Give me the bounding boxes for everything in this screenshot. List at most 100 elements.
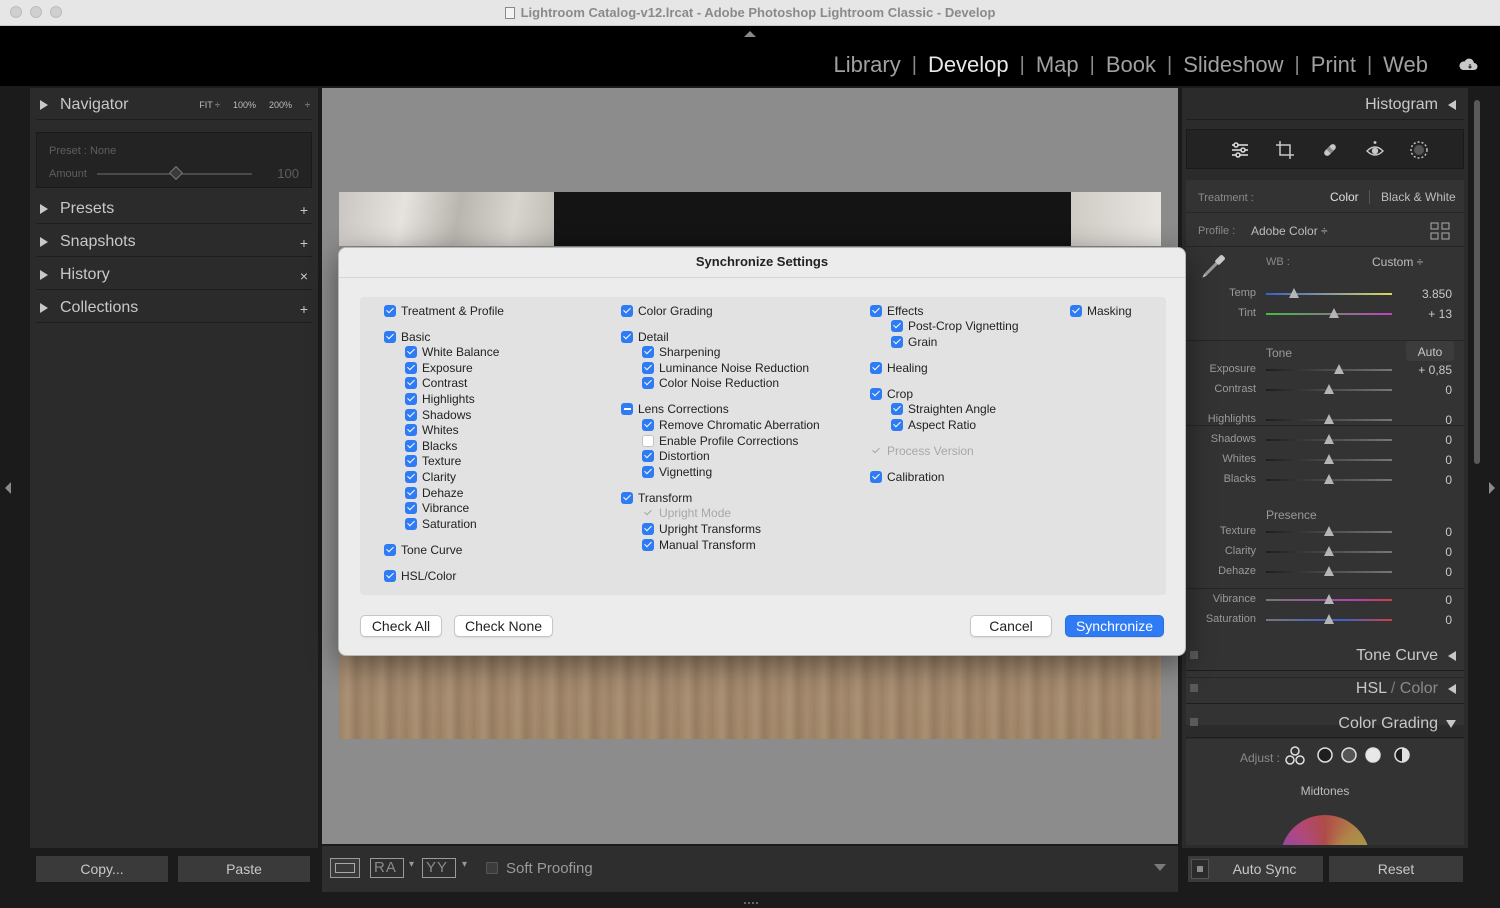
auto-sync-button[interactable]: Auto Sync: [1187, 855, 1324, 883]
checkbox-on[interactable]: [870, 470, 882, 483]
option-transform[interactable]: Transform: [621, 490, 692, 505]
slider-value[interactable]: 3.850: [1422, 287, 1452, 301]
clear-history-icon[interactable]: ×: [300, 268, 308, 284]
module-library[interactable]: Library: [831, 52, 902, 78]
option-aspect-ratio[interactable]: Aspect Ratio: [891, 417, 976, 432]
navigator-header[interactable]: Navigator FIT ÷ 100% 200% ÷: [36, 90, 312, 120]
option-white-balance[interactable]: White Balance: [405, 345, 499, 360]
checkbox-on[interactable]: [405, 408, 417, 421]
checkbox-on[interactable]: [1070, 304, 1082, 317]
before-after-view-button[interactable]: RA: [370, 858, 404, 878]
soft-proofing-checkbox[interactable]: [486, 862, 498, 874]
option-vignetting[interactable]: Vignetting: [642, 464, 712, 479]
global-wheel-icon[interactable]: [1393, 746, 1411, 764]
midtones-color-wheel[interactable]: [1280, 815, 1370, 845]
paste-button[interactable]: Paste: [177, 855, 311, 883]
checkbox-on[interactable]: [405, 502, 417, 515]
option-lens-corrections[interactable]: Lens Corrections: [621, 402, 729, 417]
treatment-bw-option[interactable]: Black & White: [1381, 190, 1456, 204]
option-healing[interactable]: Healing: [870, 360, 928, 375]
slider-knob[interactable]: [1324, 474, 1334, 484]
slider-knob[interactable]: [1324, 414, 1334, 424]
toolbar-content-dropdown-icon[interactable]: [1154, 864, 1166, 871]
slider-value[interactable]: 0: [1445, 453, 1452, 467]
option-color-grading[interactable]: Color Grading: [621, 303, 713, 318]
hsl-color-header[interactable]: HSL / Color: [1186, 674, 1464, 704]
checkbox-on[interactable]: [642, 465, 654, 478]
slider-knob[interactable]: [1324, 614, 1334, 624]
white-balance-eyedropper-icon[interactable]: [1196, 250, 1230, 284]
auto-tone-button[interactable]: Auto: [1406, 341, 1454, 361]
amount-slider-knob[interactable]: [168, 165, 184, 181]
checkbox-on[interactable]: [405, 470, 417, 483]
midtones-wheel-icon[interactable]: [1340, 746, 1358, 764]
checkbox-on[interactable]: [870, 361, 882, 374]
checkbox-on[interactable]: [891, 403, 903, 416]
checkbox-on[interactable]: [384, 304, 396, 317]
option-sharpening[interactable]: Sharpening: [642, 345, 720, 360]
crop-icon[interactable]: [1275, 140, 1295, 160]
checkbox-on[interactable]: [384, 543, 396, 556]
checkbox-off[interactable]: [642, 434, 654, 447]
panel-history[interactable]: History ×: [36, 260, 312, 290]
option-whites[interactable]: Whites: [405, 423, 459, 438]
checkbox-on[interactable]: [891, 418, 903, 431]
option-enable-profile-corrections[interactable]: Enable Profile Corrections: [642, 433, 798, 448]
option-remove-chromatic-aberration[interactable]: Remove Chromatic Aberration: [642, 417, 820, 432]
checkbox-on[interactable]: [642, 538, 654, 551]
cloud-sync-icon[interactable]: [1458, 57, 1478, 71]
option-upright-transforms[interactable]: Upright Transforms: [642, 521, 761, 536]
three-way-icon[interactable]: [1284, 745, 1306, 767]
healing-bandage-icon[interactable]: [1320, 140, 1340, 160]
panel-switch-icon[interactable]: [1190, 651, 1198, 659]
treatment-color-option[interactable]: Color: [1330, 190, 1359, 204]
option-vibrance[interactable]: Vibrance: [405, 501, 469, 516]
option-effects[interactable]: Effects: [870, 303, 923, 318]
highlights-wheel-icon[interactable]: [1364, 746, 1382, 764]
checkbox-on[interactable]: [405, 361, 417, 374]
module-map[interactable]: Map: [1034, 52, 1081, 78]
panel-collections[interactable]: Collections +: [36, 293, 312, 323]
slider-knob[interactable]: [1329, 308, 1340, 318]
edit-sliders-icon[interactable]: [1230, 140, 1250, 160]
option-basic[interactable]: Basic: [384, 329, 430, 344]
module-book[interactable]: Book: [1104, 52, 1158, 78]
module-print[interactable]: Print: [1309, 52, 1358, 78]
option-tone-curve[interactable]: Tone Curve: [384, 542, 462, 557]
slider-value[interactable]: 0: [1445, 545, 1452, 559]
option-dehaze[interactable]: Dehaze: [405, 485, 463, 500]
checkbox-on[interactable]: [405, 517, 417, 530]
zoom-more[interactable]: ÷: [305, 100, 310, 110]
copy-button[interactable]: Copy...: [35, 855, 169, 883]
option-crop[interactable]: Crop: [870, 386, 913, 401]
color-tab[interactable]: Color: [1400, 680, 1438, 697]
slider-knob[interactable]: [1324, 384, 1334, 394]
slider-value[interactable]: 0: [1445, 613, 1452, 627]
panel-presets[interactable]: Presets +: [36, 194, 312, 224]
checkbox-on[interactable]: [405, 424, 417, 437]
slider-value[interactable]: + 0,85: [1418, 363, 1452, 377]
check-all-button[interactable]: Check All: [360, 615, 442, 637]
checkbox-on[interactable]: [384, 330, 396, 343]
panel-snapshots[interactable]: Snapshots +: [36, 227, 312, 257]
synchronize-button[interactable]: Synchronize: [1065, 615, 1164, 637]
slider-track[interactable]: [1266, 293, 1392, 295]
add-icon[interactable]: +: [300, 235, 308, 251]
profile-dropdown[interactable]: Adobe Color ÷: [1251, 224, 1328, 238]
slider-knob[interactable]: [1324, 546, 1334, 556]
option-highlights[interactable]: Highlights: [405, 391, 475, 406]
add-icon[interactable]: +: [300, 202, 308, 218]
option-treatment-profile[interactable]: Treatment & Profile: [384, 303, 504, 318]
checkbox-on[interactable]: [621, 330, 633, 343]
checkbox-on[interactable]: [405, 455, 417, 468]
tone-curve-header[interactable]: Tone Curve: [1186, 641, 1464, 671]
option-hsl-color[interactable]: HSL/Color: [384, 568, 456, 583]
checkbox-on[interactable]: [642, 522, 654, 535]
option-color-noise-reduction[interactable]: Color Noise Reduction: [642, 376, 779, 391]
masking-icon[interactable]: [1409, 140, 1429, 160]
wb-dropdown[interactable]: Custom ÷: [1372, 255, 1423, 269]
zoom-200[interactable]: 200%: [269, 100, 292, 110]
checkbox-on[interactable]: [642, 361, 654, 374]
option-masking[interactable]: Masking: [1070, 303, 1132, 318]
slider-value[interactable]: 0: [1445, 413, 1452, 427]
